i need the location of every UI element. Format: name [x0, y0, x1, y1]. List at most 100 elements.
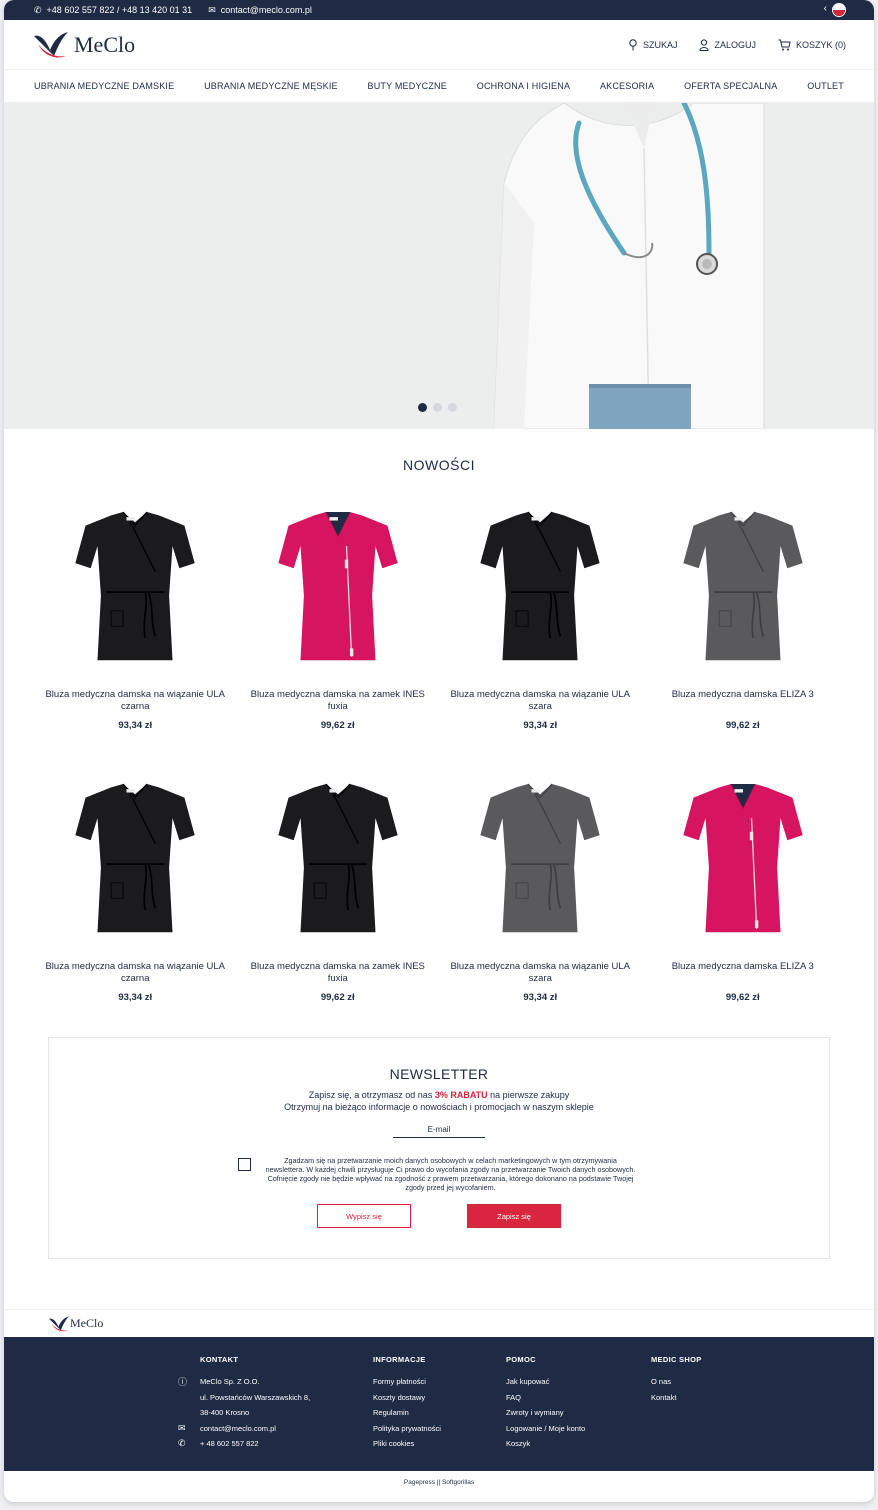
product-image[interactable] — [237, 497, 440, 677]
footer-heading: KONTAKT — [200, 1355, 239, 1364]
login-label: ZALOGUJ — [714, 39, 756, 50]
footer-link[interactable]: Jak kupować — [506, 1374, 585, 1390]
product-card[interactable]: Bluza medyczna damska na wiązanie ULA cz… — [34, 497, 237, 731]
logo[interactable]: MeClo — [32, 30, 135, 60]
info-icon: ⓘ — [178, 1377, 188, 1388]
search-label: SZUKAJ — [642, 39, 678, 50]
footer-link[interactable]: Koszty dostawy — [373, 1390, 441, 1406]
product-card[interactable]: Bluza medyczna damska na wiązanie ULA cz… — [34, 769, 237, 1003]
product-price: 99,62 zł — [320, 992, 355, 1003]
consent-text: Zgadzam się na przetwarzanie moich danyc… — [265, 1156, 636, 1192]
search-button[interactable]: SZUKAJ — [628, 38, 678, 51]
footer-phone[interactable]: + 48 602 557 822 — [200, 1439, 259, 1448]
footer-info-column: INFORMACJE Formy płatności Koszty dostaw… — [373, 1355, 441, 1452]
product-name[interactable]: Bluza medyczna damska na wiązanie ULA sz… — [439, 961, 642, 985]
slider-dots — [418, 403, 457, 412]
newsletter-box: NEWSLETTER Zapisz się, a otrzymasz od na… — [48, 1037, 830, 1259]
product-name[interactable]: Bluza medyczna damska ELIZA 3 — [642, 961, 845, 985]
product-name[interactable]: Bluza medyczna damska na zamek INES fuxi… — [237, 689, 440, 713]
footer: KONTAKT ⓘ MeClo Sp. Z O.O. ul. Powstańcó… — [4, 1337, 874, 1471]
footer-email[interactable]: contact@meclo.com.pl — [200, 1424, 276, 1433]
product-card[interactable]: Bluza medyczna damska ELIZA 3 99,62 zł — [642, 769, 845, 1003]
footer-heading: INFORMACJE — [373, 1355, 426, 1364]
product-image[interactable] — [642, 497, 845, 677]
footer-link[interactable]: Logowanie / Moje konto — [506, 1421, 585, 1437]
top-bar: ✆ +48 602 557 822 / +48 13 420 01 31 ✉ c… — [4, 0, 874, 20]
footer-logo-text: MeClo — [70, 1316, 104, 1330]
product-price: 93,34 zł — [523, 992, 558, 1003]
city: 38-400 Krosno — [200, 1408, 250, 1418]
hero-slider[interactable] — [4, 103, 874, 429]
product-image[interactable] — [439, 769, 642, 949]
product-price: 93,34 zł — [118, 720, 153, 731]
product-image[interactable] — [642, 769, 845, 949]
product-card[interactable]: Bluza medyczna damska na wiązanie ULA sz… — [439, 497, 642, 731]
footer-heading: MEDIC SHOP — [651, 1355, 702, 1364]
consent-checkbox[interactable] — [237, 1158, 251, 1171]
newsletter-buttons: Wypisz się Zapisz się — [49, 1204, 829, 1228]
chevron-left-icon[interactable]: ‹ — [824, 3, 827, 14]
newsletter-title: NEWSLETTER — [389, 1066, 489, 1082]
polish-flag-icon[interactable] — [832, 3, 846, 17]
newsletter-offer: Zapisz się, a otrzymasz od nas 3% RABATU… — [308, 1090, 570, 1100]
footer-link[interactable]: Formy płatności — [373, 1374, 441, 1390]
product-name[interactable]: Bluza medyczna damska na wiązanie ULA cz… — [34, 961, 237, 985]
footer-link[interactable]: O nas — [651, 1374, 702, 1390]
footer-contact-column: KONTAKT ⓘ MeClo Sp. Z O.O. ul. Powstańcó… — [178, 1355, 311, 1452]
slider-dot[interactable] — [418, 403, 427, 412]
footer-link[interactable]: Koszyk — [506, 1436, 585, 1452]
credits: Pagepress || Softgorillas — [403, 1478, 475, 1486]
email-contact[interactable]: ✉ contact@meclo.com.pl — [208, 5, 312, 16]
product-card[interactable]: Bluza medyczna damska na wiązanie ULA sz… — [439, 769, 642, 1003]
product-card[interactable]: Bluza medyczna damska na zamek INES fuxi… — [237, 769, 440, 1003]
footer-link[interactable]: Polityka prywatności — [373, 1421, 441, 1437]
product-image[interactable] — [34, 769, 237, 949]
logo-mark-icon — [49, 1315, 69, 1331]
product-card[interactable]: Bluza medyczna damska na zamek INES fuxi… — [237, 497, 440, 731]
email-address: contact@meclo.com.pl — [220, 5, 312, 15]
phone-icon: ✆ — [34, 4, 42, 15]
footer-logo[interactable]: MeClo — [4, 1309, 874, 1337]
product-image[interactable] — [439, 497, 642, 677]
product-image[interactable] — [237, 769, 440, 949]
slider-dot[interactable] — [448, 403, 457, 412]
product-name[interactable]: Bluza medyczna damska na wiązanie ULA sz… — [439, 689, 642, 713]
nav-item-accessories[interactable]: AKCESORIA — [600, 81, 654, 91]
product-price: 93,34 zł — [118, 992, 153, 1003]
subscribe-button[interactable]: Zapisz się — [467, 1204, 561, 1228]
product-price: 93,34 zł — [523, 720, 558, 731]
product-name[interactable]: Bluza medyczna damska na wiązanie ULA cz… — [34, 689, 237, 713]
footer-link[interactable]: Regulamin — [373, 1405, 441, 1421]
cart-label: KOSZYK (0) — [795, 39, 846, 50]
footer-link[interactable]: Pliki cookies — [373, 1436, 441, 1452]
phone-icon: ✆ — [178, 1438, 186, 1449]
nav-item-protection[interactable]: OCHRONA I HIGIENA — [477, 81, 570, 91]
footer-link[interactable]: FAQ — [506, 1390, 585, 1406]
mail-icon: ✉ — [208, 4, 216, 15]
page-frame: ✆ +48 602 557 822 / +48 13 420 01 31 ✉ c… — [4, 0, 874, 1502]
product-grid: Bluza medyczna damska na wiązanie ULA cz… — [34, 497, 844, 1003]
phone-numbers: +48 602 557 822 / +48 13 420 01 31 — [46, 5, 193, 15]
nav-item-outlet[interactable]: OUTLET — [807, 81, 844, 91]
nav-item-shoes[interactable]: BUTY MEDYCZNE — [368, 81, 447, 91]
header-actions: SZUKAJ ZALOGUJ KOSZYK (0) — [628, 38, 846, 51]
slider-dot[interactable] — [433, 403, 442, 412]
footer-link[interactable]: Kontakt — [651, 1390, 702, 1406]
footer-link[interactable]: Zwroty i wymiany — [506, 1405, 585, 1421]
product-name[interactable]: Bluza medyczna damska ELIZA 3 — [642, 689, 845, 713]
footer-help-column: POMOC Jak kupować FAQ Zwroty i wymiany L… — [506, 1355, 585, 1452]
nav-item-men[interactable]: UBRANIA MEDYCZNE MĘSKIE — [204, 81, 338, 91]
company-name: MeClo Sp. Z O.O. — [200, 1377, 260, 1387]
product-name[interactable]: Bluza medyczna damska na zamek INES fuxi… — [237, 961, 440, 985]
nav-item-special-offer[interactable]: OFERTA SPECJALNA — [684, 81, 777, 91]
footer-shop-column: MEDIC SHOP O nas Kontakt — [651, 1355, 702, 1405]
email-field[interactable]: E-mail — [393, 1125, 485, 1138]
cart-button[interactable]: KOSZYK (0) — [778, 39, 846, 51]
unsubscribe-button[interactable]: Wypisz się — [317, 1204, 411, 1228]
product-image[interactable] — [34, 497, 237, 677]
login-button[interactable]: ZALOGUJ — [699, 38, 756, 51]
phone-contact[interactable]: ✆ +48 602 557 822 / +48 13 420 01 31 — [34, 5, 192, 16]
nav-item-women[interactable]: UBRANIA MEDYCZNE DAMSKIE — [34, 81, 174, 91]
product-card[interactable]: Bluza medyczna damska ELIZA 3 99,62 zł — [642, 497, 845, 731]
street: ul. Powstańców Warszawskich 8, — [200, 1392, 311, 1402]
